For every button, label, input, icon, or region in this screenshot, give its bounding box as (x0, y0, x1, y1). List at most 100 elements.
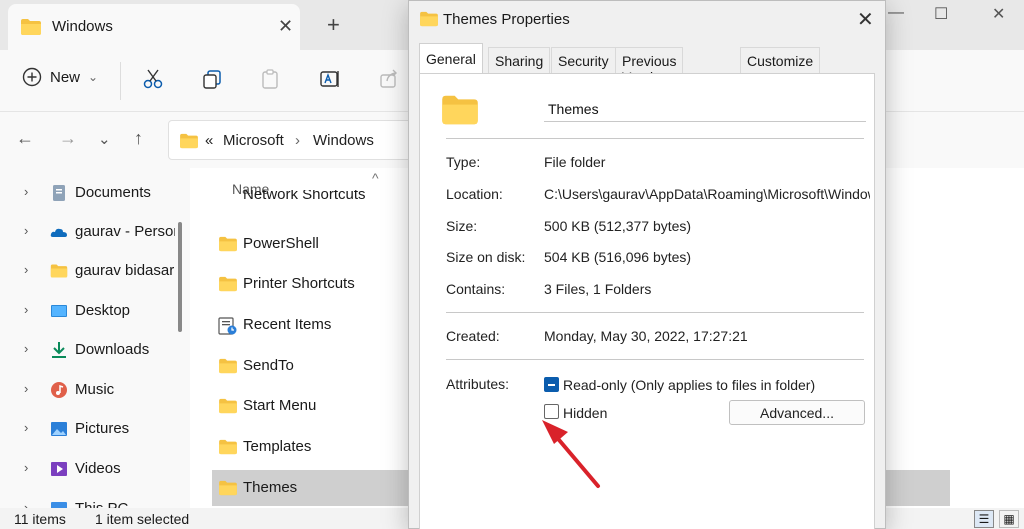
folder-name-input[interactable] (544, 96, 866, 122)
folder-icon (219, 398, 237, 414)
folder-icon (50, 264, 68, 278)
music-icon (51, 382, 67, 398)
sidebar-item-music[interactable]: › Music (0, 371, 180, 409)
breadcrumb-windows[interactable]: Windows (313, 132, 374, 149)
up-button[interactable]: ↑ (134, 128, 143, 149)
onedrive-icon (50, 228, 67, 237)
copy-icon[interactable] (201, 68, 223, 90)
file-row-label: PowerShell (243, 235, 319, 252)
back-button[interactable]: ← (16, 128, 34, 149)
download-icon (52, 342, 66, 358)
sidebar-item-user-folder[interactable]: › gaurav bidasaria (0, 252, 180, 290)
file-row-label: Themes (243, 479, 298, 496)
selection-count: 1 item selected (95, 511, 190, 527)
sidebar-item-label: gaurav bidasaria (75, 262, 175, 279)
pictures-icon (51, 422, 67, 436)
folder-icon (21, 19, 41, 35)
chevron-right-icon[interactable]: › (24, 460, 28, 475)
sidebar-item-label: Videos (75, 460, 121, 477)
chevron-right-icon[interactable]: › (24, 381, 28, 396)
annotation-arrow-icon (542, 420, 600, 488)
close-window-button[interactable]: ✕ (992, 4, 1005, 24)
tab-general[interactable]: General (419, 43, 483, 73)
divider (446, 359, 864, 360)
sidebar-item-documents[interactable]: › Documents (0, 174, 180, 212)
chevron-right-icon[interactable]: › (24, 184, 28, 199)
general-tab-panel: Type: File folder Location: C:\Users\gau… (419, 73, 875, 529)
sidebar-item-label: Music (75, 381, 115, 398)
tiles-view-icon[interactable]: ▦ (999, 510, 1019, 528)
readonly-checkbox[interactable] (544, 377, 559, 392)
sidebar-item-onedrive[interactable]: › gaurav - Personal (0, 213, 180, 251)
file-row-label: Start Menu (243, 397, 317, 414)
new-button[interactable]: New ⌄ (22, 67, 98, 87)
tab-customize[interactable]: Customize (740, 47, 821, 73)
paste-icon[interactable] (259, 68, 281, 90)
sidebar-item-desktop[interactable]: › Desktop (0, 292, 180, 330)
breadcrumb-overflow[interactable]: « (205, 132, 213, 149)
size-on-disk-value: 504 KB (516,096 bytes) (544, 249, 692, 265)
file-row-label: Templates (243, 438, 312, 455)
details-view-icon[interactable]: ☰ (974, 510, 994, 528)
new-tab-button[interactable]: + (327, 12, 340, 38)
cut-icon[interactable] (142, 68, 164, 90)
chevron-right-icon[interactable]: › (24, 223, 28, 238)
contains-value: 3 Files, 1 Folders (544, 281, 652, 297)
minimize-button[interactable]: — (888, 4, 904, 22)
sidebar-item-pictures[interactable]: › Pictures (0, 410, 180, 448)
advanced-button[interactable]: Advanced... (729, 400, 865, 425)
address-bar[interactable]: « Microsoft › Windows (168, 120, 418, 160)
folder-icon (180, 133, 198, 149)
item-count: 11 items (14, 511, 66, 527)
share-icon[interactable] (378, 68, 400, 90)
type-label: Type: (446, 154, 481, 170)
sidebar-item-label: Desktop (75, 302, 131, 319)
attributes-label: Attributes: (446, 376, 510, 392)
file-row-label: Recent Items (243, 316, 332, 333)
maximize-button[interactable]: ☐ (934, 4, 948, 24)
recent-locations-button[interactable]: ⌄ (98, 130, 111, 148)
folder-icon (219, 480, 237, 496)
sidebar-item-videos[interactable]: › Videos (0, 450, 180, 488)
folder-icon (420, 11, 438, 27)
chevron-right-icon[interactable]: › (24, 302, 28, 317)
location-value: C:\Users\gaurav\AppData\Roaming\Microsof… (544, 186, 870, 202)
tab-windows[interactable]: Windows ✕ (8, 4, 300, 50)
sidebar-item-downloads[interactable]: › Downloads (0, 331, 180, 369)
tab-close-icon[interactable]: ✕ (278, 16, 293, 37)
type-value: File folder (544, 154, 606, 170)
chevron-right-icon[interactable]: › (24, 341, 28, 356)
videos-icon (51, 462, 67, 476)
created-value: Monday, May 30, 2022, 17:27:21 (544, 328, 748, 344)
size-label: Size: (446, 218, 478, 234)
folder-icon (219, 358, 237, 374)
file-row-label: SendTo (243, 357, 294, 374)
folder-icon (219, 439, 237, 455)
divider (446, 138, 864, 139)
readonly-checkbox-label[interactable]: Read-only (Only applies to files in fold… (563, 377, 815, 393)
chevron-right-icon[interactable]: › (24, 420, 28, 435)
breadcrumb-microsoft[interactable]: Microsoft (223, 132, 284, 149)
forward-button[interactable]: → (59, 128, 77, 149)
properties-dialog: Themes Properties ✕ General Sharing Secu… (408, 0, 886, 529)
created-label: Created: (446, 328, 500, 344)
sort-ascending-icon: ^ (372, 170, 379, 186)
sidebar-item-label: Downloads (75, 341, 150, 358)
sidebar-item-label: gaurav - Personal (75, 223, 175, 240)
chevron-down-icon: ⌄ (88, 70, 99, 84)
tab-sharing[interactable]: Sharing (488, 47, 551, 73)
rename-icon[interactable] (319, 68, 341, 90)
location-label: Location: (446, 186, 503, 202)
tab-previous-versions[interactable]: Previous Versions (615, 47, 684, 85)
tab-title: Windows (52, 18, 113, 35)
tab-security[interactable]: Security (551, 47, 616, 73)
sidebar-scrollbar[interactable] (178, 222, 182, 332)
document-icon (53, 185, 65, 201)
folder-icon (219, 236, 237, 252)
file-row-label: Network Shortcuts (243, 190, 366, 203)
desktop-icon (51, 305, 67, 317)
dialog-close-button[interactable]: ✕ (857, 7, 874, 32)
sidebar-item-label: Documents (75, 184, 151, 201)
plus-circle-icon (22, 67, 42, 87)
chevron-right-icon[interactable]: › (24, 262, 28, 277)
